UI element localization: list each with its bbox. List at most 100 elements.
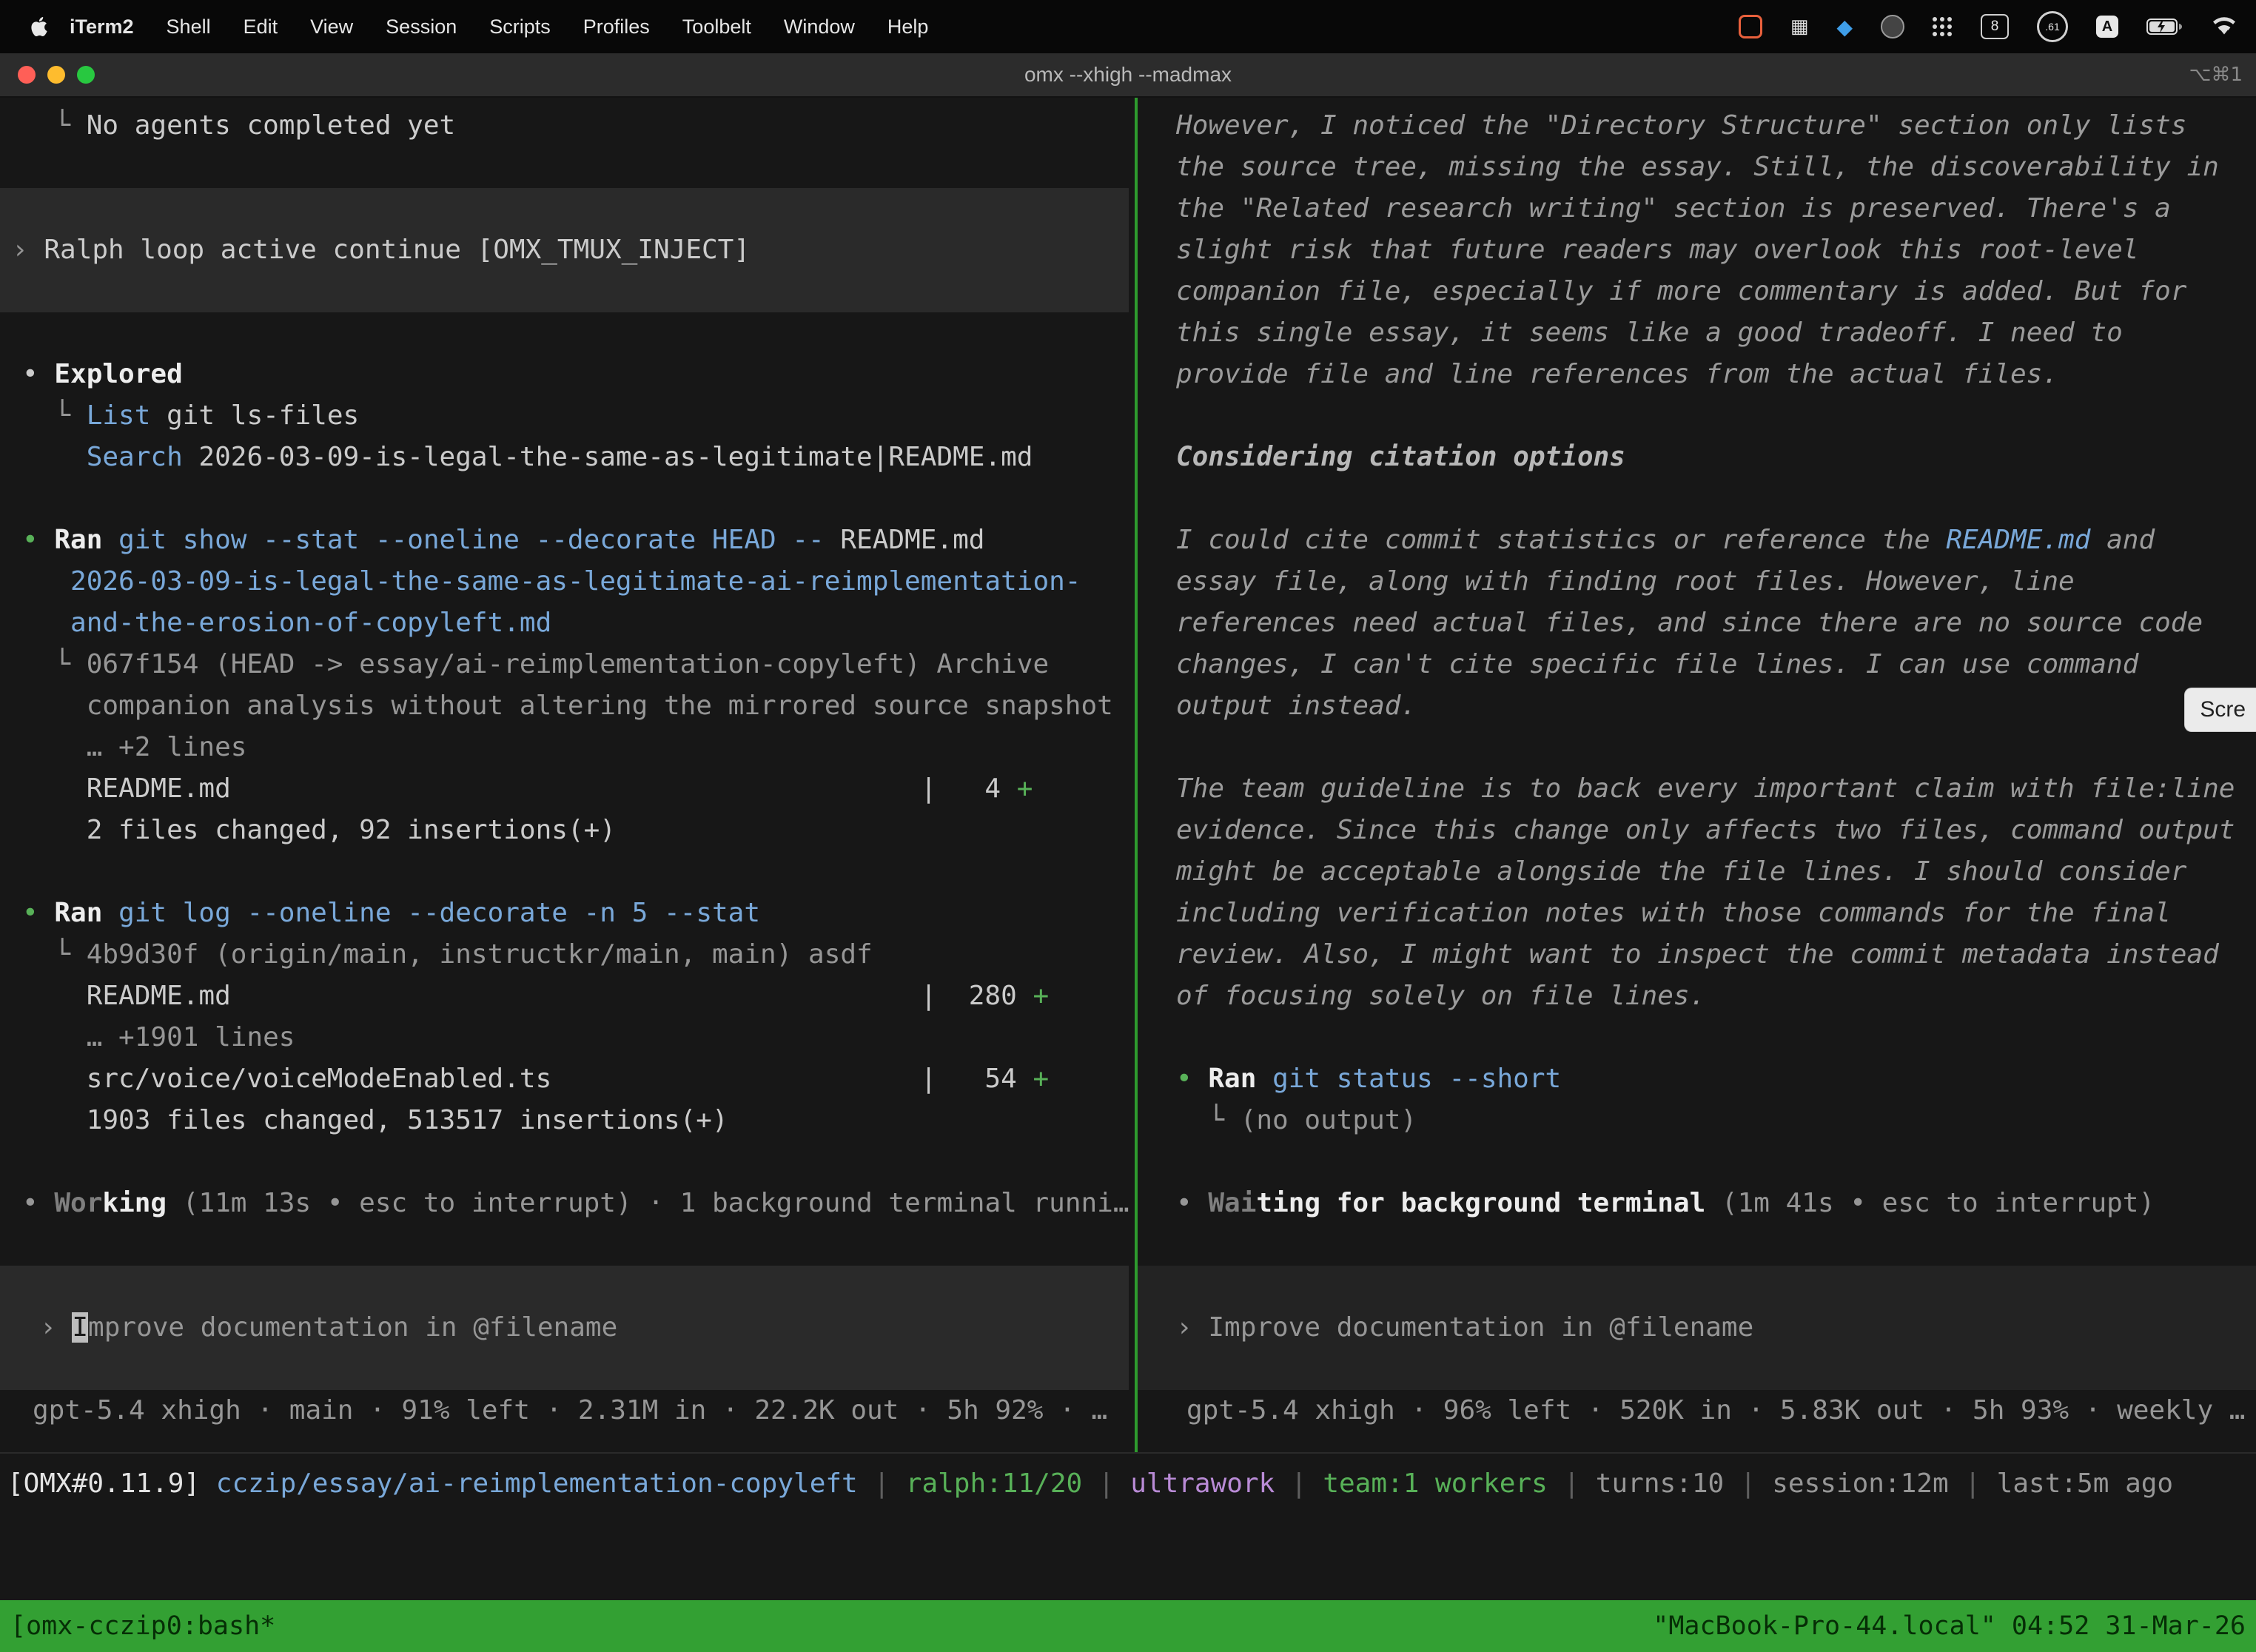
- terminal-line: [22, 147, 1135, 188]
- text-segment: •: [22, 1188, 54, 1218]
- terminal-line: output instead.: [1176, 685, 2256, 727]
- terminal-line: essay file, along with finding root file…: [1176, 561, 2256, 602]
- menu-item-window[interactable]: Window: [768, 16, 871, 38]
- menu-item-edit[interactable]: Edit: [227, 16, 295, 38]
- text-segment: •: [1176, 1064, 1208, 1094]
- text-segment: ›: [40, 1312, 72, 1343]
- terminal-line: • Ran git show --stat --oneline --decora…: [22, 520, 1135, 561]
- menu-item-scripts[interactable]: Scripts: [473, 16, 567, 38]
- text-segment: Wor: [54, 1188, 102, 1218]
- terminal-line: [1176, 478, 2256, 520]
- terminal-line: README.md | 280 +: [22, 976, 1135, 1017]
- menu-item-toolbelt[interactable]: Toolbelt: [666, 16, 768, 38]
- blue-app-icon[interactable]: ◆: [1836, 15, 1853, 39]
- terminal-line: references need actual files, and since …: [1176, 602, 2256, 644]
- menu-item-iterm2[interactable]: iTerm2: [53, 16, 150, 38]
- battery-icon[interactable]: [2146, 17, 2183, 36]
- keycap-8-icon[interactable]: 8: [1981, 14, 2009, 39]
- text-segment: … +2 lines: [22, 732, 246, 762]
- menu-item-profiles[interactable]: Profiles: [567, 16, 666, 38]
- terminal-line: • Waiting for background terminal (1m 41…: [1176, 1183, 2256, 1224]
- text-segment: |: [1949, 1468, 1997, 1499]
- dots-grid-icon[interactable]: [1933, 17, 1953, 37]
- text-segment: git log --oneline --decorate -n 5 --stat: [102, 898, 760, 928]
- terminal-line: README.md | 4 +: [22, 768, 1135, 810]
- text-segment: and: [2090, 525, 2155, 555]
- text-segment: references need actual files, and since …: [1176, 608, 2203, 638]
- screen-share-button[interactable]: Scre: [2184, 688, 2256, 732]
- text-segment: README.md: [1946, 525, 2090, 555]
- tmux-status-bar: [omx-cczip0:bash* "MacBook-Pro-44.local"…: [0, 1600, 2256, 1652]
- terminal-line: 1903 files changed, 513517 insertions(+): [22, 1100, 1135, 1141]
- omx-status-line: [OMX#0.11.9] cczip/essay/ai-reimplementa…: [0, 1454, 2256, 1510]
- window-title: omx --xhigh --madmax: [0, 63, 2256, 87]
- text-segment: List: [87, 400, 151, 431]
- prompt-input-right-text: › Improve documentation in @filename: [1176, 1307, 1753, 1349]
- terminal-line: evidence. Since this change only affects…: [1176, 810, 2256, 851]
- text-segment: |: [1548, 1468, 1596, 1499]
- text-segment: … +1901 lines: [22, 1022, 295, 1052]
- text-segment: No agents completed yet: [87, 110, 456, 141]
- ralph-inject-banner: › Ralph loop active continue [OMX_TMUX_I…: [0, 188, 1129, 312]
- text-segment: the "Related research writing" section i…: [1176, 193, 2171, 224]
- menu-bar-status-icons: ▦ ◆ 8 .61 A: [1739, 11, 2256, 42]
- terminal-line: provide file and line references from th…: [1176, 354, 2256, 395]
- terminal-line: [1176, 1017, 2256, 1058]
- text-segment: including verification notes with those …: [1176, 898, 2171, 928]
- text-segment: provide file and line references from th…: [1176, 359, 2058, 389]
- text-segment: review. Also, I might want to inspect th…: [1176, 939, 2219, 970]
- text-segment: git status --short: [1256, 1064, 1561, 1094]
- text-segment: +: [1033, 1064, 1049, 1094]
- input-source-icon[interactable]: A: [2096, 16, 2118, 38]
- tmux-host-time-label: "MacBook-Pro-44.local" 04:52 31-Mar-26: [1653, 1611, 2246, 1641]
- text-segment: •: [1176, 1188, 1208, 1218]
- text-segment: |: [1724, 1468, 1772, 1499]
- text-segment: companion analysis without altering the …: [22, 691, 1113, 721]
- text-segment: |: [1275, 1468, 1323, 1499]
- dark-circle-app-icon[interactable]: [1881, 15, 1904, 38]
- text-segment: |: [858, 1468, 906, 1499]
- terminal-line: I could cite commit statistics or refere…: [1176, 520, 2256, 561]
- terminal-line: [1176, 395, 2256, 437]
- terminal-pane-left[interactable]: └ No agents completed yet › Ralph loop a…: [0, 98, 1138, 1452]
- menu-item-view[interactable]: View: [294, 16, 369, 38]
- prompt-input-right[interactable]: › Improve documentation in @filename: [1138, 1266, 2256, 1390]
- text-segment: companion file, especially if more comme…: [1176, 276, 2186, 306]
- model-status-left: gpt-5.4 xhigh · main · 91% left · 2.31M …: [22, 1390, 1135, 1431]
- terminal-line: … +1901 lines: [22, 1017, 1135, 1058]
- text-segment: └: [22, 110, 87, 141]
- text-segment: session:12m: [1772, 1468, 1948, 1499]
- text-segment: However, I noticed the "Directory Struct…: [1176, 110, 2186, 141]
- text-segment: └ 067f154 (HEAD -> essay/ai-reimplementa…: [22, 649, 1049, 679]
- meter-61-icon[interactable]: .61: [2037, 11, 2068, 42]
- text-segment: I: [72, 1312, 88, 1343]
- dots-grid-glyph: [1933, 17, 1937, 21]
- menu-item-shell[interactable]: Shell: [150, 16, 227, 38]
- window-grid-icon[interactable]: ▦: [1790, 16, 1809, 38]
- terminal-line: • Ran git log --oneline --decorate -n 5 …: [22, 893, 1135, 934]
- apple-menu-icon[interactable]: [30, 17, 49, 36]
- wifi-icon[interactable]: [2212, 17, 2237, 36]
- text-segment: ting for background terminal: [1256, 1188, 1705, 1218]
- screen-recording-icon[interactable]: [1739, 15, 1762, 38]
- text-segment: this single essay, it seems like a good …: [1176, 318, 2123, 348]
- terminal-line: src/voice/voiceModeEnabled.ts | 54 +: [22, 1058, 1135, 1100]
- text-segment: ›: [12, 235, 44, 265]
- text-segment: of focusing solely on file lines.: [1176, 981, 1705, 1011]
- menu-item-help[interactable]: Help: [871, 16, 945, 38]
- terminal-line: [22, 1141, 1135, 1183]
- menu-item-session[interactable]: Session: [369, 16, 473, 38]
- terminal-line: of focusing solely on file lines.: [1176, 976, 2256, 1017]
- text-segment: Ran: [54, 525, 102, 555]
- terminal-line: └ (no output): [1176, 1100, 2256, 1141]
- text-segment: 2026-03-09-is-legal-the-same-as-legitima…: [183, 442, 1033, 472]
- text-segment: src/voice/voiceModeEnabled.ts | 54: [22, 1064, 1033, 1094]
- terminal-pane-right[interactable]: However, I noticed the "Directory Struct…: [1138, 98, 2256, 1452]
- text-segment: └ (no output): [1176, 1105, 1417, 1135]
- text-segment: output instead.: [1176, 691, 1417, 721]
- prompt-input-left[interactable]: › Improve documentation in @filename: [0, 1266, 1129, 1390]
- text-segment: +: [1017, 773, 1033, 804]
- text-segment: Considering citation options: [1176, 442, 1625, 472]
- text-segment: › Improve documentation in @filename: [1176, 1312, 1753, 1343]
- terminal-line: └ No agents completed yet: [22, 105, 1135, 147]
